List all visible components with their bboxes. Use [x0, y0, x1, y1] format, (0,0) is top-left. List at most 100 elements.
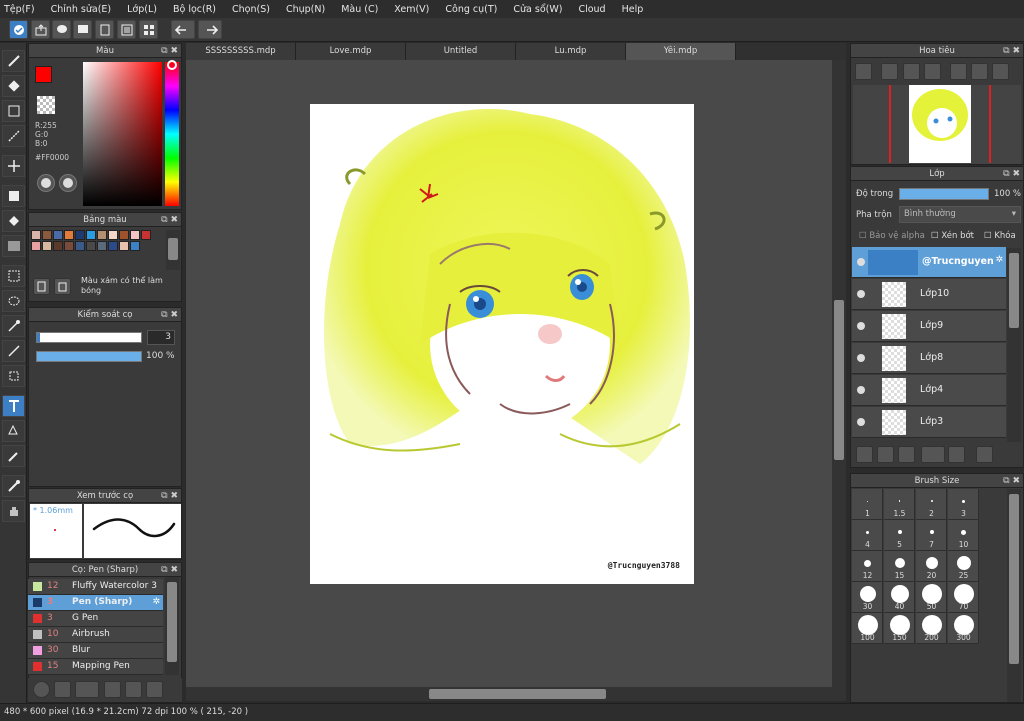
eye-icon[interactable] [857, 386, 865, 394]
eye-icon[interactable] [857, 322, 865, 330]
brush-size-cell[interactable]: 12 [852, 551, 883, 582]
palette-swatch[interactable] [130, 230, 140, 240]
brush-size-cell[interactable]: 300 [948, 613, 979, 644]
color-wheel-button[interactable] [37, 174, 55, 192]
pipette-tool[interactable] [2, 475, 25, 497]
zoom-fit-icon[interactable] [855, 63, 872, 80]
brush-item[interactable]: 30 Blur [28, 643, 163, 659]
undo-button[interactable] [171, 20, 195, 39]
gear-icon[interactable]: ✲ [152, 595, 160, 610]
brush-size-cell[interactable]: 1.5 [884, 489, 915, 520]
menu-item[interactable]: Help [622, 4, 644, 15]
chat-button[interactable] [73, 20, 92, 39]
zoom-in-icon[interactable] [881, 63, 898, 80]
menu-item[interactable]: Màu (C) [341, 4, 378, 15]
lock-checkbox[interactable]: ☐ Khóa [984, 231, 1016, 241]
gear-icon[interactable]: ✲ [995, 255, 1003, 265]
brush-item[interactable]: 10 Airbrush [28, 627, 163, 643]
drawing-canvas[interactable]: @Trucnguyen3788 [310, 104, 694, 584]
brush-size-cell[interactable]: 20 [916, 551, 947, 582]
navigator-preview[interactable] [853, 85, 1021, 164]
new-layer-button[interactable] [856, 446, 873, 463]
grid-button[interactable] [139, 20, 158, 39]
palette-swatch[interactable] [86, 241, 96, 251]
brush-size-cell[interactable]: 150 [884, 613, 915, 644]
layer-item[interactable]: Lớp10 [852, 279, 1006, 310]
brush-options-button[interactable] [75, 681, 99, 698]
layer-item[interactable]: Lớp4 [852, 375, 1006, 406]
palette-swatch[interactable] [42, 230, 52, 240]
zoom-out-icon[interactable] [924, 63, 941, 80]
export-button[interactable] [31, 20, 50, 39]
menu-item[interactable]: Chụp(N) [286, 4, 325, 15]
palette-swatch[interactable] [108, 230, 118, 240]
brush-tool[interactable] [2, 50, 25, 72]
palette-picker-button[interactable] [59, 174, 77, 192]
menu-item[interactable]: Tệp(F) [4, 4, 35, 15]
select-pen-tool[interactable] [2, 340, 25, 362]
layer-scrollbar[interactable] [1007, 248, 1021, 442]
new-layer-8bit-button[interactable] [877, 446, 894, 463]
brush-size-cell[interactable]: 30 [852, 582, 883, 613]
rotate-left-icon[interactable] [950, 63, 967, 80]
hand-tool[interactable] [2, 500, 25, 522]
palette-swatch[interactable] [108, 241, 118, 251]
menu-item[interactable]: Cloud [578, 4, 605, 15]
redo-button[interactable] [198, 20, 222, 39]
palette-swatch[interactable] [119, 230, 129, 240]
fill-rect-tool[interactable] [2, 185, 25, 207]
brush-size-cell[interactable]: 70 [948, 582, 979, 613]
brush-item[interactable]: 3 Pen (Sharp) ✲ [28, 595, 163, 611]
saturation-value-picker[interactable] [83, 62, 162, 206]
foreground-color-swatch[interactable] [35, 66, 52, 83]
palette-swatch[interactable] [42, 241, 52, 251]
menu-item[interactable]: Công cụ(T) [445, 4, 497, 15]
menu-item[interactable]: Chọn(S) [232, 4, 270, 15]
brush-size-cell[interactable]: 25 [948, 551, 979, 582]
bucket-tool[interactable] [2, 210, 25, 232]
eyedropper-tool[interactable] [2, 445, 25, 467]
document-tab[interactable]: Lu.mdp [516, 43, 626, 60]
new-palette-button[interactable] [33, 278, 50, 295]
delete-palette-button[interactable] [54, 278, 71, 295]
line-tool[interactable] [2, 125, 25, 147]
brush-size-cell[interactable]: 40 [884, 582, 915, 613]
brush-size-scrollbar[interactable] [1007, 489, 1021, 702]
brush-size-slider[interactable] [36, 332, 142, 343]
brush-size-cell[interactable]: 10 [948, 520, 979, 551]
menu-item[interactable]: Chỉnh sửa(E) [51, 4, 112, 15]
list-button[interactable] [117, 20, 136, 39]
lasso-tool[interactable] [2, 290, 25, 312]
palette-swatch[interactable] [86, 230, 96, 240]
brush-cloud-button[interactable] [33, 681, 50, 698]
document-tab[interactable]: Untitled [406, 43, 516, 60]
gradient-tool[interactable] [2, 235, 25, 257]
layer-opacity-slider[interactable] [899, 188, 989, 200]
brush-size-cell[interactable]: 3 [948, 489, 979, 520]
brush-item[interactable]: 3 G Pen [28, 611, 163, 627]
clipping-checkbox[interactable]: ☐ Xén bớt [931, 231, 974, 241]
duplicate-layer-button[interactable] [976, 446, 993, 463]
brush-item[interactable]: 15 Mapping Pen [28, 659, 163, 675]
select-tool[interactable] [2, 265, 25, 287]
canvas-horizontal-scrollbar[interactable] [186, 687, 846, 701]
eye-icon[interactable] [857, 354, 865, 362]
palette-swatch[interactable] [53, 241, 63, 251]
palette-swatch[interactable] [75, 230, 85, 240]
menu-item[interactable]: Cửa sổ(W) [513, 4, 562, 15]
palette-swatch[interactable] [75, 241, 85, 251]
layer-item[interactable]: Lớp3 [852, 407, 1006, 438]
document-button[interactable] [95, 20, 114, 39]
rectangle-select-tool[interactable] [2, 100, 25, 122]
blend-mode-select[interactable]: Bình thường ▾ [899, 206, 1021, 223]
brush-size-cell[interactable]: 50 [916, 582, 947, 613]
layer-item[interactable]: Lớp8 [852, 343, 1006, 374]
magic-wand-tool[interactable] [2, 315, 25, 337]
brush-size-cell[interactable]: 5 [884, 520, 915, 551]
menu-item[interactable]: Bộ lọc(R) [173, 4, 216, 15]
palette-swatch[interactable] [64, 230, 74, 240]
fit-window-icon[interactable] [903, 63, 920, 80]
menu-item[interactable]: Xem(V) [394, 4, 429, 15]
select-eraser-tool[interactable] [2, 365, 25, 387]
brush-size-cell[interactable]: 4 [852, 520, 883, 551]
